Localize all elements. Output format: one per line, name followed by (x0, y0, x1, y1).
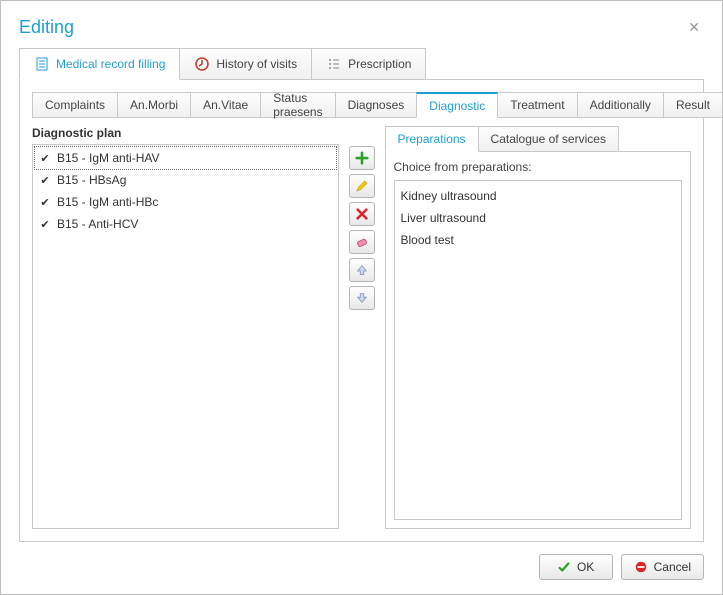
tab-label: Medical record filling (56, 57, 165, 71)
eraser-icon (355, 235, 369, 249)
tab-history-of-visits[interactable]: History of visits (179, 48, 312, 80)
title-bar: Editing ✕ (1, 1, 722, 48)
checkmark-icon: ✔ (39, 152, 51, 164)
preparations-list[interactable]: Kidney ultrasound Liver ultrasound Blood… (394, 180, 683, 520)
list-item[interactable]: Blood test (401, 229, 676, 251)
move-down-button[interactable] (349, 286, 375, 310)
list-item-label: B15 - IgM anti-HAV (57, 151, 159, 165)
tab-prescription[interactable]: Prescription (311, 48, 426, 80)
subtab-complaints[interactable]: Complaints (32, 92, 118, 118)
add-button[interactable] (349, 146, 375, 170)
choice-from-preparations-label: Choice from preparations: (394, 160, 683, 174)
checkmark-icon: ✔ (39, 218, 51, 230)
tab-catalogue-of-services[interactable]: Catalogue of services (478, 126, 619, 152)
dialog-footer: OK Cancel (1, 542, 722, 594)
preparations-panel: Choice from preparations: Kidney ultraso… (385, 152, 692, 529)
ok-label: OK (577, 560, 594, 574)
subtab-diagnostic[interactable]: Diagnostic (416, 92, 498, 118)
subtab-result[interactable]: Result (663, 92, 723, 118)
tab-label: Prescription (348, 57, 411, 71)
ok-check-icon (557, 560, 571, 574)
edit-button[interactable] (349, 174, 375, 198)
subtab-status-praesens[interactable]: Status praesens (260, 92, 335, 118)
main-tab-strip: Medical record filling History of visits… (1, 48, 722, 80)
subtab-additionally[interactable]: Additionally (577, 92, 664, 118)
clear-button[interactable] (349, 230, 375, 254)
editing-dialog: Editing ✕ Medical record filling History… (0, 0, 723, 595)
document-icon (34, 56, 50, 72)
list-item-label: B15 - IgM anti-HBc (57, 195, 158, 209)
tab-medical-record-filling[interactable]: Medical record filling (19, 48, 180, 80)
preparations-tabs: Preparations Catalogue of services (385, 126, 692, 152)
history-icon (194, 56, 210, 72)
subtab-an-vitae[interactable]: An.Vitae (190, 92, 261, 118)
list-item[interactable]: Liver ultrasound (401, 207, 676, 229)
list-item[interactable]: ✔ B15 - Anti-HCV (35, 213, 336, 235)
diagnostic-plan-title: Diagnostic plan (32, 126, 339, 140)
diagnostic-plan-column: Diagnostic plan ✔ B15 - IgM anti-HAV ✔ B… (32, 126, 339, 529)
cancel-label: Cancel (654, 560, 691, 574)
content-frame: Complaints An.Morbi An.Vitae Status prae… (19, 80, 704, 542)
subtab-diagnoses[interactable]: Diagnoses (335, 92, 418, 118)
list-item[interactable]: ✔ B15 - IgM anti-HBc (35, 191, 336, 213)
close-icon[interactable]: ✕ (684, 15, 704, 40)
checkmark-icon: ✔ (39, 174, 51, 186)
tab-label: History of visits (216, 57, 297, 71)
subtab-an-morbi[interactable]: An.Morbi (117, 92, 191, 118)
prescription-list-icon (326, 56, 342, 72)
ok-button[interactable]: OK (539, 554, 613, 580)
list-item[interactable]: ✔ B15 - HBsAg (35, 169, 336, 191)
delete-button[interactable] (349, 202, 375, 226)
cancel-stop-icon (634, 560, 648, 574)
cancel-button[interactable]: Cancel (621, 554, 704, 580)
subtab-treatment[interactable]: Treatment (497, 92, 577, 118)
pencil-icon (355, 179, 369, 193)
plus-icon (355, 151, 369, 165)
plan-toolbar (347, 126, 377, 529)
list-item-label: B15 - Anti-HCV (57, 217, 138, 231)
arrow-up-icon (355, 263, 369, 277)
arrow-down-icon (355, 291, 369, 305)
window-title: Editing (19, 17, 74, 38)
list-item-label: B15 - HBsAg (57, 173, 126, 187)
move-up-button[interactable] (349, 258, 375, 282)
cross-icon (355, 207, 369, 221)
record-sub-tabs: Complaints An.Morbi An.Vitae Status prae… (32, 92, 691, 118)
list-item[interactable]: Kidney ultrasound (401, 185, 676, 207)
diagnostic-plan-list[interactable]: ✔ B15 - IgM anti-HAV ✔ B15 - HBsAg ✔ B15… (32, 144, 339, 529)
tab-preparations[interactable]: Preparations (385, 126, 479, 152)
list-item[interactable]: ✔ B15 - IgM anti-HAV (35, 147, 336, 169)
checkmark-icon: ✔ (39, 196, 51, 208)
preparations-column: Preparations Catalogue of services Choic… (385, 126, 692, 529)
diagnostic-body: Diagnostic plan ✔ B15 - IgM anti-HAV ✔ B… (32, 126, 691, 529)
